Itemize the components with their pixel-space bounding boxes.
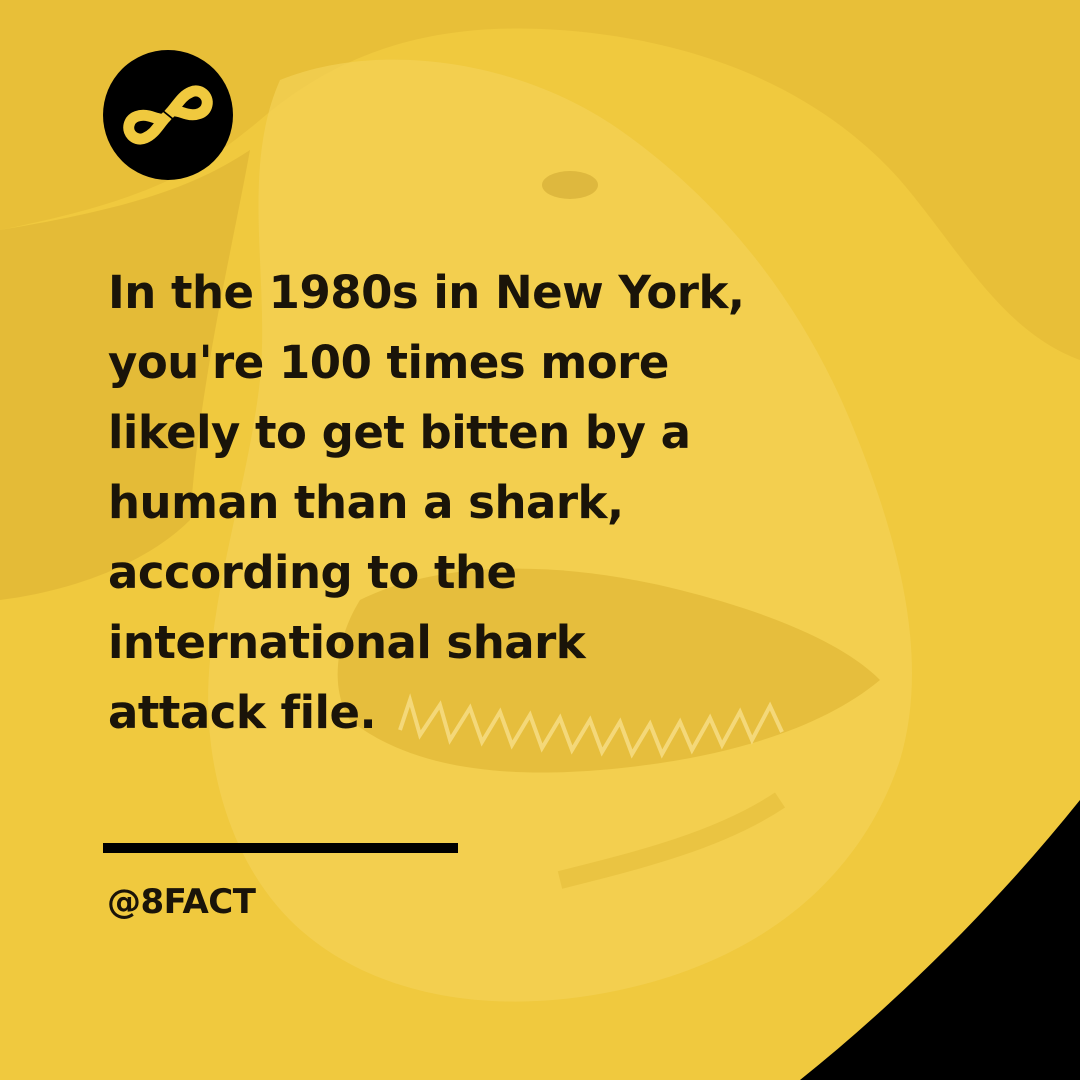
account-handle: @8FACT	[107, 882, 256, 922]
infinity-eight-logo-icon	[123, 85, 213, 145]
fact-text: In the 1980s in New York, you're 100 tim…	[108, 266, 745, 739]
fact-card: In the 1980s in New York, you're 100 tim…	[0, 0, 1080, 1080]
brand-logo	[103, 50, 233, 180]
divider-line	[103, 843, 458, 853]
